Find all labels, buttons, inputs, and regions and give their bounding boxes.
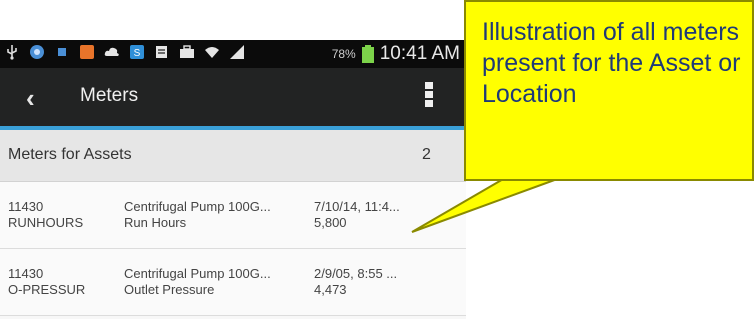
circle-icon [30,45,44,59]
meter-id: 11430 [8,266,44,281]
meter-name: Run Hours [124,215,187,230]
meter-asset: Centrifugal Pump 100G... [124,199,271,214]
meter-date: 7/10/14, 11:4... [314,199,400,214]
meter-row[interactable]: 11430 O-PRESSUR Centrifugal Pump 100G...… [0,249,466,316]
signal-icon [230,45,244,59]
callout-text: Illustration of all meters present for t… [482,18,741,108]
status-icons: S [4,44,245,60]
meter-code: O-PRESSUR [8,282,86,297]
page-title: Meters [80,85,139,106]
meter-id: 11430 [8,199,44,214]
overflow-menu-icon[interactable] [425,82,433,108]
battery-percent: 78% [331,47,356,61]
meter-reading: 4,473 [314,282,347,297]
meter-row[interactable]: 11430 RUNHOURS Centrifugal Pump 100G... … [0,182,466,249]
phone-screen: S 78% 10:41 AM ‹ Meters Meters for Asset… [0,40,466,319]
briefcase-icon [180,45,194,58]
section-header: Meters for Assets 2 [0,130,466,182]
battery-icon [361,45,374,63]
s-app-icon: S [130,45,144,59]
square-icon [58,48,66,56]
callout-box: Illustration of all meters present for t… [464,0,754,181]
usb-icon [7,45,17,60]
meter-code: RUNHOURS [8,215,84,230]
back-icon[interactable]: ‹ [26,83,35,114]
clock: 10:41 AM [379,43,460,64]
section-title: Meters for Assets [8,146,132,163]
wifi-icon [205,47,219,58]
status-bar: S 78% 10:41 AM [0,40,466,68]
doc-icon [156,46,167,58]
orange-app-icon [80,45,94,59]
meter-asset: Centrifugal Pump 100G... [124,266,271,281]
section-count: 2 [422,146,431,163]
meter-reading: 5,800 [314,215,347,230]
status-right: 78% 10:41 AM [332,43,460,65]
meter-name: Outlet Pressure [124,282,215,297]
meter-date: 2/9/05, 8:55 ... [314,266,398,281]
svg-text:S: S [134,48,141,59]
cloud-icon [104,47,119,56]
action-bar: ‹ Meters [0,68,466,130]
